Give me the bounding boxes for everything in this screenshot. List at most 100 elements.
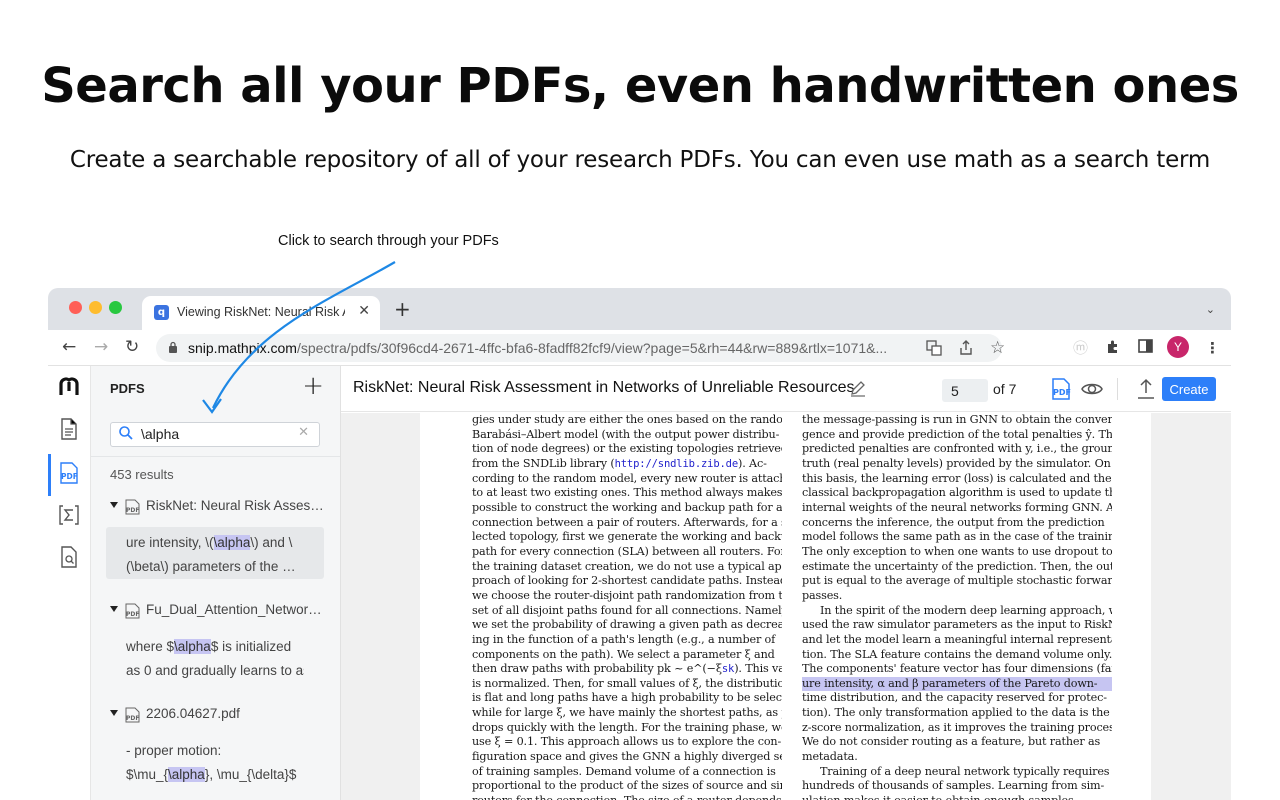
document-search-icon[interactable] [58,546,80,568]
pdf-text-line: model follows the same path as in the ca… [802,530,1112,544]
result-snippet[interactable]: - proper motion: $\mu_{\alpha}, \mu_{\de… [106,735,324,787]
search-icon [119,426,133,440]
pdf-text-line: routers for the connection. The size of … [472,794,782,800]
mathpix-extension-icon[interactable]: ⓜ [1073,339,1088,357]
maximize-window-button[interactable] [109,301,122,314]
pdf-text-line: we set the probability of drawing a give… [472,618,782,632]
pdf-canvas[interactable]: gies under study are either the ones bas… [341,413,1231,800]
search-match-highlight: \alpha [174,639,211,654]
pdf-text-line: tion. The SLA feature contains the deman… [802,647,1112,661]
pdf-text-line: path for every connection (SLA) between … [472,544,782,558]
search-box[interactable]: ✕ [110,422,320,447]
search-input[interactable] [141,426,291,442]
close-window-button[interactable] [69,301,82,314]
new-tab-icon[interactable]: + [394,299,411,319]
callout-text: Click to search through your PDFs [278,233,499,249]
pdf-viewer-panel: RiskNet: Neural Risk Assessment in Netwo… [341,366,1231,800]
search-match-highlight: \alpha [213,535,251,550]
pdf-file-icon: PDF [125,603,140,619]
forward-arrow-icon[interactable]: → [94,336,108,358]
tab-close-icon[interactable]: ✕ [358,303,370,319]
minimize-window-button[interactable] [89,301,102,314]
pdf-text-line: used the raw simulator parameters as the… [802,618,1112,632]
document-title: RiskNet: Neural Risk Assessment in Netwo… [353,379,855,396]
browser-tab[interactable]: q Viewing RiskNet: Neural Risk Assessmen… [142,296,380,330]
clear-search-icon[interactable]: ✕ [298,425,309,440]
pdf-text-line: passes. [802,588,843,602]
pdf-text-line: The only exception to when one wants to … [802,544,1112,558]
add-pdf-icon[interactable]: + [302,371,324,401]
expand-caret-icon[interactable] [110,710,118,716]
back-arrow-icon[interactable]: ← [62,336,76,358]
notes-icon[interactable] [58,418,80,440]
tab-search-chevron-icon[interactable]: ⌄ [1206,303,1215,316]
pdf-text-line: this basis, the learning error (loss) is… [802,471,1112,485]
browser-menu-icon[interactable]: ⋮ [1205,339,1220,357]
pdf-text-line: while for large ξ, we have mainly the sh… [472,706,782,720]
expand-caret-icon[interactable] [110,502,118,508]
page-total: of 7 [993,381,1017,397]
pdf-text-line: figuration space and gives the GNN a hig… [472,750,782,764]
preview-eye-icon[interactable] [1081,379,1103,399]
pdf-text-line: We do not consider routing as a feature,… [802,735,1101,749]
tab-strip: q Viewing RiskNet: Neural Risk Assessmen… [48,288,1231,330]
svg-text:PDF: PDF [1053,388,1071,397]
svg-text:PDF: PDF [126,507,139,514]
expand-caret-icon[interactable] [110,606,118,612]
pdf-page: gies under study are either the ones bas… [420,413,1151,800]
pdf-text-line: possible to construct the working and ba… [472,500,782,514]
pdf-file-icon: PDF [125,499,140,515]
profile-avatar[interactable]: Y [1167,336,1189,358]
pdf-text-line: truth (real penalty levels) provided by … [802,456,1111,470]
result-header[interactable]: PDF Fu_Dual_Attention_Network_for_Scene_… [110,601,326,621]
edit-title-icon[interactable] [849,379,867,397]
pdf-view-icon[interactable]: PDF [1049,377,1073,401]
side-panel-icon[interactable] [1138,339,1153,357]
result-header[interactable]: PDF 2206.04627.pdf [110,705,325,725]
pdf-text-line: z-score normalization, as it improves th… [802,720,1112,734]
translate-icon[interactable] [926,340,942,360]
result-snippet[interactable]: ure intensity, \(\alpha\) and \ (\beta\)… [106,527,324,579]
reload-icon[interactable]: ↻ [125,336,139,358]
result-snippet[interactable]: where $\alpha$ is initialized as 0 and g… [106,631,324,683]
hero-subline: Create a searchable repository of all of… [69,147,1211,173]
bookmark-star-icon[interactable]: ☆ [990,338,1005,358]
pdf-text-line: the training dataset creation, we do not… [472,559,782,573]
share-icon[interactable] [959,340,973,360]
pdf-text-line: put is equal to the average of multiple … [802,574,1112,588]
pdf-text-line: set of all disjoint paths found for all … [472,603,782,617]
pdf-text-line: of training samples. Demand volume of a … [472,764,776,778]
mathpix-logo-icon[interactable] [58,376,80,398]
pdf-text-line: ing in the function of a path's length (… [472,632,776,646]
pdf-text-line: lected topology, first we generate the w… [472,530,782,544]
pdf-text-line: is flat and long paths have a high proba… [472,691,782,705]
pdf-text-line: In the spirit of the modern deep learnin… [820,603,1112,617]
header-divider [1117,378,1118,400]
upload-icon[interactable] [1136,378,1156,400]
pdf-text-line: proach of looking for 2-shortest candida… [472,574,782,588]
sidebar-title: PDFS [110,381,145,396]
pdf-text-line: drops quickly with the length. For the t… [472,720,782,734]
pdf-nav-icon[interactable]: PDF [58,462,80,484]
results-count: 453 results [110,467,174,482]
url-text: snip.mathpix.com/spectra/pdfs/30f96cd4-2… [188,340,888,356]
browser-toolbar: ← → ↻ snip.mathpix.com/spectra/pdfs/30f9… [48,330,1231,366]
pdf-text-line: The components' feature vector has four … [802,662,1112,676]
pdf-text-line: tion). The only transformation applied t… [802,706,1110,720]
page-number-input[interactable]: 5 [942,379,988,402]
pdf-text-line: classical backpropagation algorithm is u… [802,486,1112,500]
result-filename: RiskNet: Neural Risk Assessment in Netwo… [146,498,326,513]
pdf-text-line: is normalized. Then, for small values of… [472,676,782,690]
lock-icon [168,341,178,356]
pdf-text-line: connection between a pair of routers. Af… [472,515,782,529]
pdf-text-line: hundreds of thousands of samples. Learni… [802,779,1105,793]
math-sum-icon[interactable] [58,504,80,526]
pdf-text-line: to at least two existing ones. This meth… [472,486,782,500]
result-header[interactable]: PDF RiskNet: Neural Risk Assessment in N… [110,497,326,517]
pdf-text-line: Barabási–Albert model (with the output p… [472,427,780,441]
address-bar[interactable]: snip.mathpix.com/spectra/pdfs/30f96cd4-2… [156,334,1005,362]
create-button[interactable]: Create [1162,377,1216,401]
pdf-text-line: gence and provide prediction of the tota… [802,427,1112,441]
svg-text:PDF: PDF [61,472,78,481]
extensions-puzzle-icon[interactable] [1105,339,1121,359]
